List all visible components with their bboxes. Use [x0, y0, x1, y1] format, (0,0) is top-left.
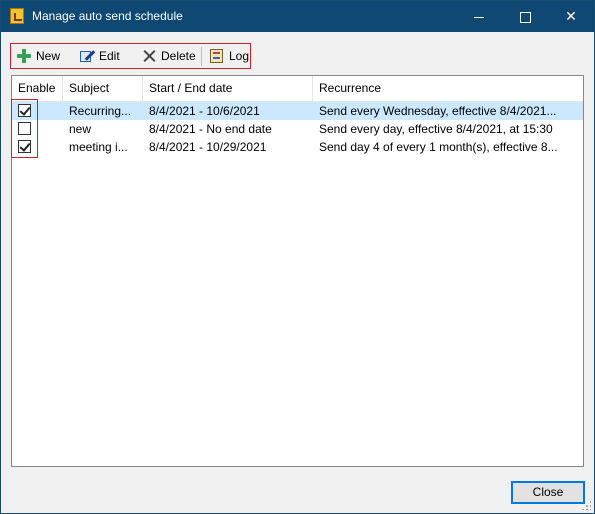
- title-bar[interactable]: Manage auto send schedule ✕: [1, 1, 594, 32]
- schedule-list[interactable]: Enable Subject Start / End date Recurren…: [11, 75, 584, 467]
- delete-button-label: Delete: [161, 49, 196, 63]
- toolbar-separator: [201, 47, 202, 66]
- edit-button-label: Edit: [99, 49, 120, 63]
- row-subject: meeting i...: [69, 140, 128, 154]
- delete-button[interactable]: Delete: [141, 46, 196, 66]
- toolbar: New Edit Delete Log: [10, 43, 251, 69]
- row-dates: 8/4/2021 - No end date: [149, 122, 272, 136]
- close-window-button[interactable]: ✕: [548, 1, 594, 32]
- table-row[interactable]: Recurring... 8/4/2021 - 10/6/2021 Send e…: [12, 102, 583, 120]
- row-recurrence: Send day 4 of every 1 month(s), effectiv…: [319, 140, 558, 154]
- maximize-icon: [519, 11, 531, 23]
- dialog-window: Manage auto send schedule ✕ New Edit Del…: [0, 0, 595, 514]
- column-header-recurrence[interactable]: Recurrence: [313, 76, 583, 101]
- row-recurrence: Send every day, effective 8/4/2021, at 1…: [319, 122, 553, 136]
- new-button-label: New: [36, 49, 61, 63]
- pencil-icon: [79, 48, 95, 64]
- log-icon: [209, 48, 225, 64]
- list-header: Enable Subject Start / End date Recurren…: [12, 76, 583, 102]
- enable-checkbox[interactable]: [18, 140, 31, 153]
- new-button[interactable]: New: [16, 46, 60, 66]
- row-dates: 8/4/2021 - 10/6/2021: [149, 104, 260, 118]
- app-icon: [10, 8, 24, 24]
- row-subject: new: [69, 122, 92, 136]
- edit-button[interactable]: Edit: [79, 46, 120, 66]
- close-button[interactable]: Close: [511, 481, 585, 504]
- row-dates: 8/4/2021 - 10/29/2021: [149, 140, 267, 154]
- row-recurrence: Send every Wednesday, effective 8/4/2021…: [319, 104, 557, 118]
- table-row[interactable]: new 8/4/2021 - No end date Send every da…: [12, 120, 583, 138]
- row-subject: Recurring...: [69, 104, 132, 118]
- enable-checkbox[interactable]: [18, 104, 31, 117]
- minimize-button[interactable]: [456, 1, 502, 32]
- enable-checkbox[interactable]: [18, 122, 31, 135]
- window-title: Manage auto send schedule: [32, 9, 183, 23]
- x-icon: [141, 48, 157, 64]
- column-header-subject[interactable]: Subject: [63, 76, 143, 101]
- log-button-label: Log: [229, 49, 250, 63]
- table-row[interactable]: meeting i... 8/4/2021 - 10/29/2021 Send …: [12, 138, 583, 156]
- close-icon: ✕: [565, 8, 577, 24]
- log-button[interactable]: Log: [209, 46, 249, 66]
- column-header-dates[interactable]: Start / End date: [143, 76, 313, 101]
- plus-icon: [16, 48, 32, 64]
- minimize-icon: [474, 16, 484, 18]
- maximize-button[interactable]: [502, 1, 548, 32]
- column-header-enable[interactable]: Enable: [12, 76, 63, 101]
